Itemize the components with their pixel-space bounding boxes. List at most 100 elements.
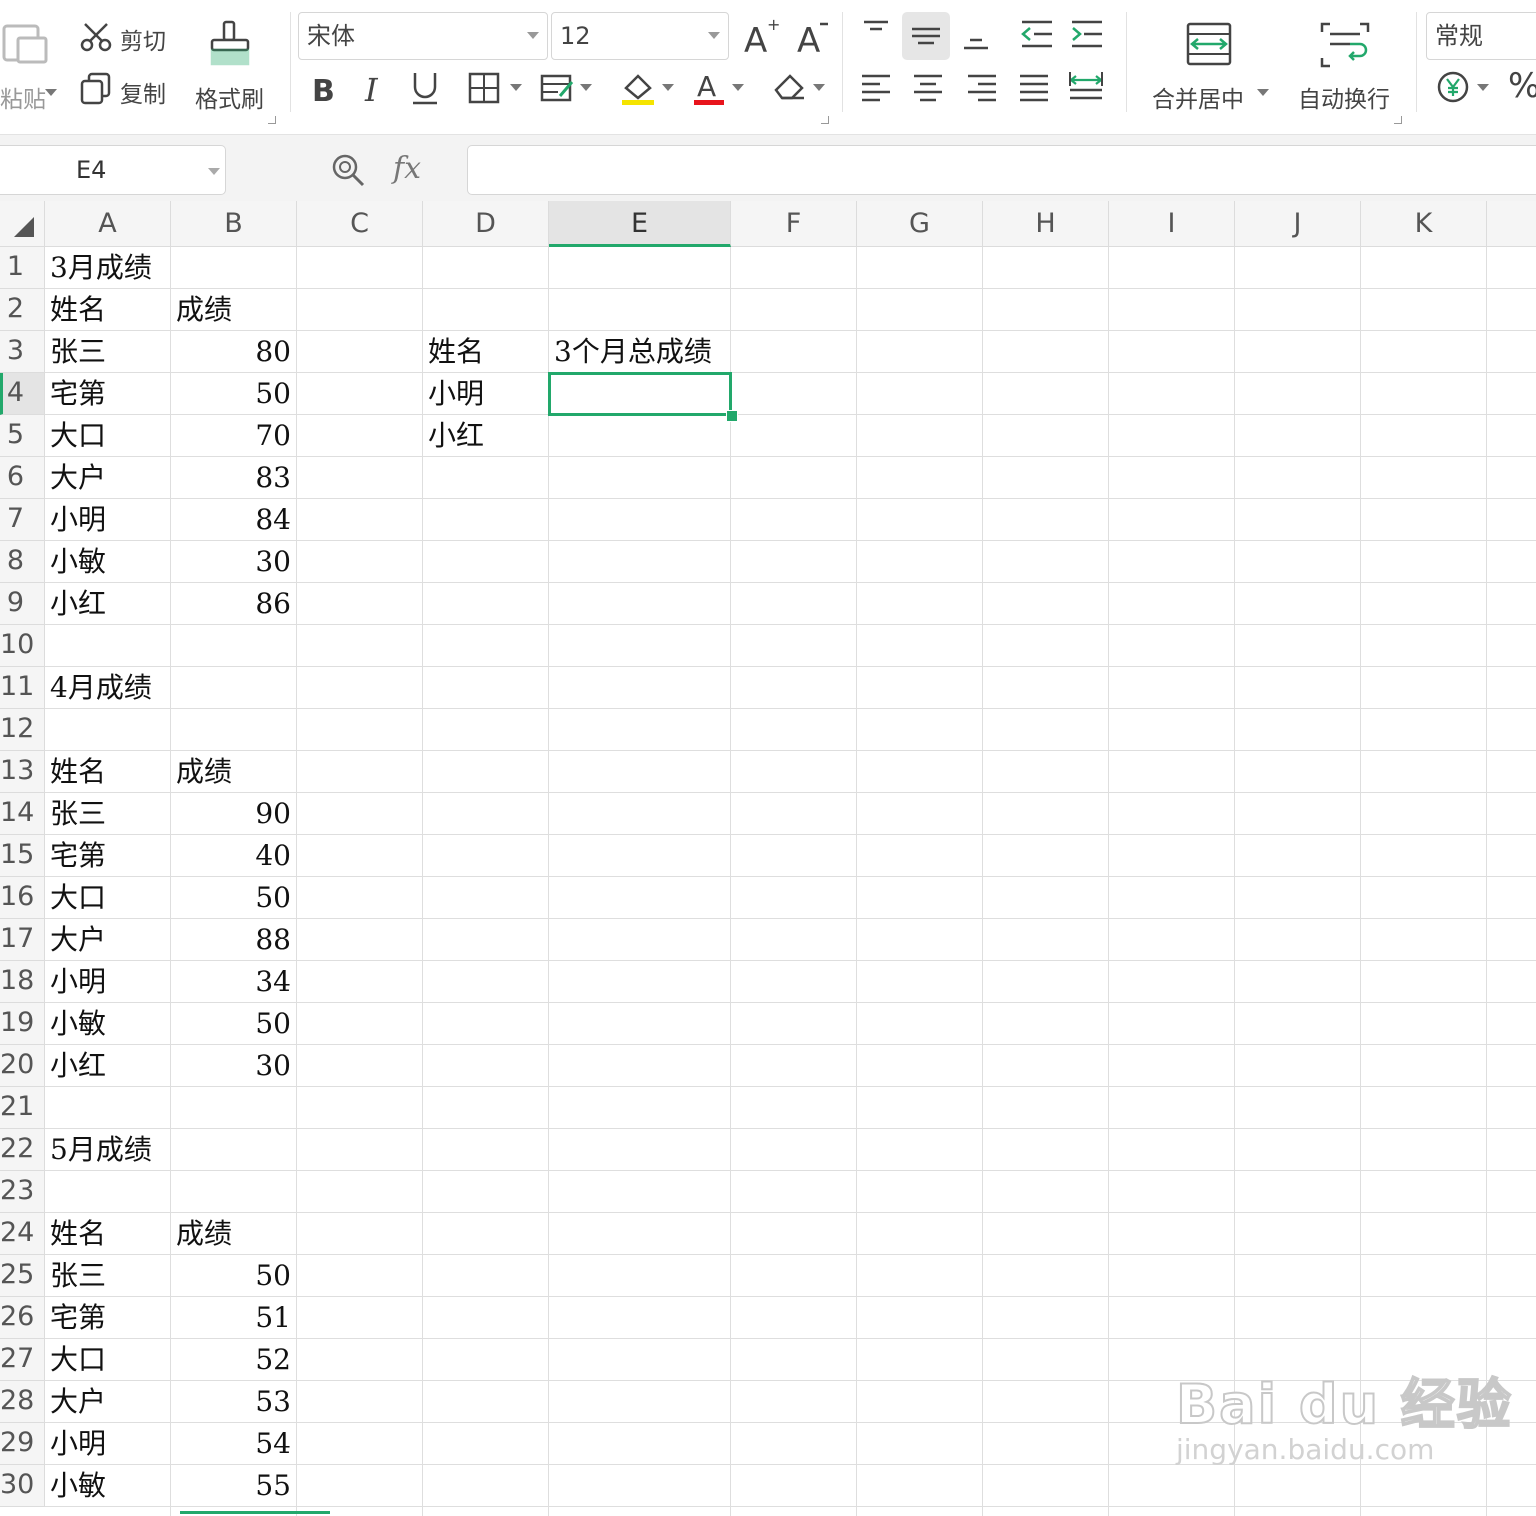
cell-b19[interactable]: 50	[171, 1003, 291, 1045]
row-header-5[interactable]: 5	[0, 415, 45, 457]
align-bottom-icon[interactable]	[960, 18, 992, 52]
wrap-text-icon[interactable]	[1320, 22, 1370, 68]
format-painter-icon[interactable]	[208, 20, 252, 68]
select-all-button[interactable]	[0, 201, 45, 247]
percent-style-button[interactable]: %	[1508, 66, 1536, 106]
cell-a27[interactable]: 大口	[50, 1339, 106, 1381]
cell-b6[interactable]: 83	[171, 457, 291, 499]
cell-a9[interactable]: 小红	[50, 583, 106, 625]
cell-b28[interactable]: 53	[171, 1381, 291, 1423]
font-size-select[interactable]: 12	[551, 12, 729, 60]
row-header-23[interactable]: 23	[0, 1171, 45, 1213]
font-group-launcher-icon[interactable]	[821, 116, 829, 124]
cell-a13[interactable]: 姓名	[50, 751, 106, 793]
borders-icon[interactable]	[468, 72, 502, 104]
currency-dropdown-icon[interactable]	[1477, 84, 1489, 91]
paste-dropdown-icon[interactable]	[45, 89, 57, 96]
cell-b16[interactable]: 50	[171, 877, 291, 919]
cell-a24[interactable]: 姓名	[50, 1213, 106, 1255]
merge-center-icon[interactable]	[1186, 22, 1234, 66]
cell-a17[interactable]: 大户	[50, 919, 106, 961]
column-header-b[interactable]: B	[171, 201, 297, 247]
cell-d5[interactable]: 小红	[428, 415, 484, 457]
italic-icon[interactable]: I	[362, 72, 388, 106]
cell-a30[interactable]: 小敏	[50, 1465, 106, 1507]
alignment-group-launcher-icon[interactable]	[1394, 116, 1402, 124]
cell-b27[interactable]: 52	[171, 1339, 291, 1381]
cell-a28[interactable]: 大户	[50, 1381, 106, 1423]
row-header-6[interactable]: 6	[0, 457, 45, 499]
underline-icon[interactable]	[410, 70, 440, 106]
column-header-c[interactable]: C	[297, 201, 423, 247]
cell-b3[interactable]: 80	[171, 331, 291, 373]
row-header-12[interactable]: 12	[0, 709, 45, 751]
row-header-25[interactable]: 25	[0, 1255, 45, 1297]
row-header-18[interactable]: 18	[0, 961, 45, 1003]
row-header-21[interactable]: 21	[0, 1087, 45, 1129]
cell-b13[interactable]: 成绩	[176, 751, 232, 793]
row-header-15[interactable]: 15	[0, 835, 45, 877]
paste-icon[interactable]	[0, 20, 50, 66]
scissors-icon[interactable]	[80, 22, 112, 52]
align-left-icon[interactable]	[860, 72, 894, 104]
decrease-indent-icon[interactable]	[1020, 18, 1056, 52]
row-header-19[interactable]: 19	[0, 1003, 45, 1045]
fill-color-icon[interactable]	[620, 70, 656, 106]
cell-b29[interactable]: 54	[171, 1423, 291, 1465]
row-header-2[interactable]: 2	[0, 289, 45, 331]
row-header-9[interactable]: 9	[0, 583, 45, 625]
distributed-align-icon[interactable]	[1068, 70, 1104, 104]
name-box[interactable]: E4	[0, 145, 226, 195]
row-header-17[interactable]: 17	[0, 919, 45, 961]
cell-a20[interactable]: 小红	[50, 1045, 106, 1087]
eraser-icon[interactable]	[772, 70, 808, 104]
cell-a5[interactable]: 大口	[50, 415, 106, 457]
increase-indent-icon[interactable]	[1070, 18, 1106, 52]
column-header-e[interactable]: E	[549, 201, 731, 247]
insert-function-button[interactable]: fx	[393, 151, 421, 186]
cell-style-icon[interactable]	[540, 72, 574, 104]
format-painter-button[interactable]: 格式刷	[195, 80, 264, 114]
column-header-h[interactable]: H	[983, 201, 1109, 247]
row-header-27[interactable]: 27	[0, 1339, 45, 1381]
cell-b20[interactable]: 30	[171, 1045, 291, 1087]
row-header-29[interactable]: 29	[0, 1423, 45, 1465]
cell-d3[interactable]: 姓名	[428, 331, 484, 373]
fill-handle[interactable]	[726, 410, 738, 422]
justify-icon[interactable]	[1018, 72, 1052, 104]
chevron-down-icon[interactable]	[208, 168, 220, 175]
cell-d4[interactable]: 小明	[428, 373, 484, 415]
cell-a3[interactable]: 张三	[50, 331, 106, 373]
cell-b8[interactable]: 30	[171, 541, 291, 583]
cell-a1[interactable]: 3月成绩	[50, 247, 152, 289]
cell-b24[interactable]: 成绩	[176, 1213, 232, 1255]
cell-a29[interactable]: 小明	[50, 1423, 106, 1465]
column-header-g[interactable]: G	[857, 201, 983, 247]
copy-icon[interactable]	[80, 72, 112, 106]
cell-a16[interactable]: 大口	[50, 877, 106, 919]
cell-b17[interactable]: 88	[171, 919, 291, 961]
align-top-icon[interactable]	[860, 18, 892, 48]
cell-b25[interactable]: 50	[171, 1255, 291, 1297]
row-header-11[interactable]: 11	[0, 667, 45, 709]
clipboard-group-launcher-icon[interactable]	[268, 116, 276, 124]
formula-input[interactable]	[467, 145, 1536, 195]
cell-a14[interactable]: 张三	[50, 793, 106, 835]
column-header-partial[interactable]	[1487, 201, 1536, 247]
cell-a19[interactable]: 小敏	[50, 1003, 106, 1045]
cell-b18[interactable]: 34	[171, 961, 291, 1003]
number-format-select[interactable]: 常规	[1426, 12, 1536, 60]
bold-icon[interactable]: B	[310, 72, 340, 106]
clear-dropdown-icon[interactable]	[813, 84, 825, 91]
font-name-select[interactable]: 宋体	[298, 12, 548, 60]
paste-label[interactable]: 粘贴	[0, 80, 46, 114]
row-header-16[interactable]: 16	[0, 877, 45, 919]
row-header-3[interactable]: 3	[0, 331, 45, 373]
column-header-f[interactable]: F	[731, 201, 857, 247]
column-header-k[interactable]: K	[1361, 201, 1487, 247]
row-header-20[interactable]: 20	[0, 1045, 45, 1087]
cell-b2[interactable]: 成绩	[176, 289, 232, 331]
cell-a26[interactable]: 宅第	[50, 1297, 106, 1339]
cell-b7[interactable]: 84	[171, 499, 291, 541]
cell-a6[interactable]: 大户	[50, 457, 106, 499]
